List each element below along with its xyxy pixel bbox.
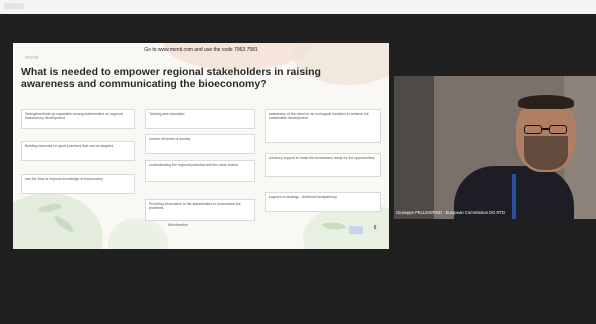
speaker-beard: [524, 136, 568, 170]
response-card: Involve all levels of society: [145, 134, 255, 154]
tab-strip: [4, 3, 24, 9]
response-card: support on strategy - territorial transp…: [265, 192, 381, 212]
browser-top-bar: [0, 0, 596, 14]
response-card: Building networks for good practices tha…: [21, 141, 135, 161]
response-card: understanding the regional potential and…: [145, 160, 255, 182]
response-card: Advisory support to make the businesses …: [265, 153, 381, 177]
slide-question: What is needed to empower regional stake…: [21, 66, 321, 90]
slide-instruction: Go to www.menti.com and use the code 796…: [144, 47, 258, 53]
response-card: Training and education: [145, 109, 255, 129]
presentation-brand: menti: [25, 55, 39, 61]
slide-footer: Mentimeter: [168, 222, 189, 227]
glasses-lens: [524, 125, 542, 134]
video-background-shadow: [394, 76, 434, 219]
presentation-control-button[interactable]: [349, 226, 363, 234]
speaker-video-tile[interactable]: Giuseppe PELLEGRINO · European Commissio…: [394, 76, 596, 219]
response-card: Strengthen/build up capacities among sta…: [21, 109, 135, 129]
speaker-hair: [518, 95, 574, 109]
shared-presentation-slide: Go to www.menti.com and use the code 796…: [13, 43, 389, 249]
decorative-shape: [108, 218, 168, 249]
response-card: Providing information to the stakeholder…: [145, 199, 255, 221]
response-count: 8: [373, 225, 377, 231]
response-card: awareness of the need for an ecological …: [265, 109, 381, 143]
glasses-icon: [524, 125, 568, 134]
glasses-lens: [549, 125, 567, 134]
response-card: use the Bios to improve knowledge of bio…: [21, 174, 135, 194]
participant-name-label: Giuseppe PELLEGRINO · European Commissio…: [396, 210, 506, 215]
